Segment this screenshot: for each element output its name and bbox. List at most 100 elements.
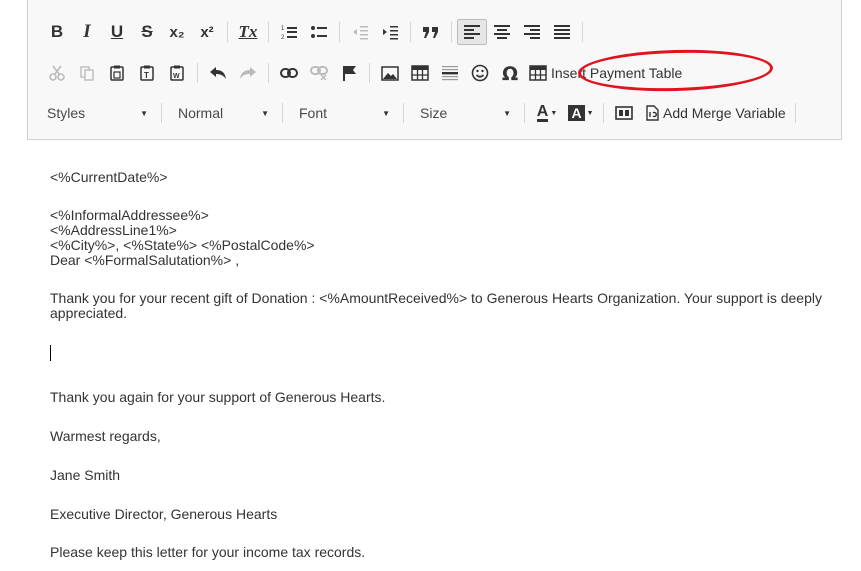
special-character-button[interactable]: Ω bbox=[495, 60, 525, 86]
smiley-icon bbox=[471, 64, 489, 82]
tax-note: Please keep this letter for your income … bbox=[50, 544, 366, 561]
bold-button[interactable]: B bbox=[42, 19, 72, 45]
toolbar-separator bbox=[161, 103, 162, 123]
unlink-icon bbox=[310, 66, 328, 80]
paste-as-text-button[interactable]: T bbox=[132, 60, 162, 86]
body-paragraph: Thank you for your recent gift of Donati… bbox=[50, 290, 822, 321]
toolbar-separator bbox=[268, 22, 269, 42]
show-blocks-button[interactable] bbox=[609, 100, 639, 126]
toolbar-separator bbox=[403, 103, 404, 123]
link-button[interactable] bbox=[274, 60, 304, 86]
paste-text-icon: T bbox=[140, 65, 154, 81]
anchor-button[interactable] bbox=[334, 60, 364, 86]
remove-format-button[interactable]: Tx bbox=[233, 19, 263, 45]
horizontal-line-button[interactable] bbox=[435, 60, 465, 86]
remove-format-icon: Tx bbox=[238, 22, 258, 41]
table-icon bbox=[529, 65, 547, 81]
dropdown-arrow-icon: ▼ bbox=[382, 108, 390, 118]
increase-indent-button[interactable] bbox=[375, 19, 405, 45]
quote-icon bbox=[423, 27, 438, 38]
background-color-icon: A bbox=[568, 105, 585, 121]
toolbar-separator bbox=[524, 103, 525, 123]
editor-toolbar: B I U S x₂ x² Tx 12 T W Ω Insert Payment… bbox=[27, 0, 842, 140]
toolbar-row-insert: T W Ω Insert Payment Table bbox=[42, 58, 686, 88]
blockquote-button[interactable] bbox=[416, 19, 446, 45]
size-dropdown[interactable]: Size ▼ bbox=[409, 99, 519, 127]
cut-button[interactable] bbox=[42, 60, 72, 86]
table-button[interactable] bbox=[405, 60, 435, 86]
image-icon bbox=[381, 65, 399, 81]
signer-name: Jane Smith bbox=[50, 467, 121, 484]
copy-icon bbox=[80, 66, 94, 81]
background-color-button[interactable]: A ▼ bbox=[564, 100, 598, 126]
paste-button[interactable] bbox=[102, 60, 132, 86]
salutation: Dear <%FormalSalutation%> , bbox=[50, 252, 240, 268]
redo-button[interactable] bbox=[233, 60, 263, 86]
subscript-button[interactable]: x₂ bbox=[162, 19, 192, 45]
toolbar-row-format: Styles ▼ Normal ▼ Font ▼ Size ▼ A ▼ A ▼ bbox=[42, 98, 801, 128]
strikethrough-button[interactable]: S bbox=[132, 19, 162, 45]
address-line: <%City%>, <%State%> <%PostalCode%> bbox=[50, 237, 315, 253]
table-icon bbox=[411, 65, 429, 81]
align-right-icon bbox=[524, 25, 540, 39]
align-center-button[interactable] bbox=[487, 19, 517, 45]
paste-from-word-button[interactable]: W bbox=[162, 60, 192, 86]
svg-text:Ω: Ω bbox=[502, 64, 518, 82]
undo-icon bbox=[210, 67, 226, 79]
add-merge-variable-button[interactable]: Add Merge Variable bbox=[641, 100, 790, 126]
omega-icon: Ω bbox=[502, 64, 518, 82]
decrease-indent-button[interactable] bbox=[345, 19, 375, 45]
bulleted-list-icon bbox=[311, 26, 327, 38]
toolbar-separator bbox=[268, 63, 269, 83]
size-dropdown-label: Size bbox=[420, 105, 448, 121]
signer-title: Executive Director, Generous Hearts bbox=[50, 506, 278, 523]
image-button[interactable] bbox=[375, 60, 405, 86]
toolbar-separator bbox=[339, 22, 340, 42]
indent-icon bbox=[383, 26, 398, 40]
svg-text:2: 2 bbox=[281, 35, 285, 40]
dropdown-arrow-icon: ▼ bbox=[140, 108, 148, 118]
toolbar-separator bbox=[582, 22, 583, 42]
numbered-list-icon: 12 bbox=[281, 26, 297, 40]
font-dropdown[interactable]: Font ▼ bbox=[288, 99, 398, 127]
scissors-icon bbox=[49, 65, 65, 81]
format-dropdown[interactable]: Normal ▼ bbox=[167, 99, 277, 127]
date-placeholder: <%CurrentDate%> bbox=[50, 169, 168, 185]
align-right-button[interactable] bbox=[517, 19, 547, 45]
styles-dropdown[interactable]: Styles ▼ bbox=[36, 99, 156, 127]
bold-icon: B bbox=[50, 22, 64, 41]
strikethrough-icon: S bbox=[141, 22, 153, 41]
superscript-icon: x² bbox=[200, 23, 214, 41]
numbered-list-button[interactable]: 12 bbox=[274, 19, 304, 45]
undo-button[interactable] bbox=[203, 60, 233, 86]
redo-icon bbox=[240, 67, 256, 79]
paste-word-icon: W bbox=[170, 65, 184, 81]
format-dropdown-label: Normal bbox=[178, 105, 224, 121]
insert-payment-table-button[interactable]: Insert Payment Table bbox=[525, 60, 686, 86]
toolbar-separator bbox=[369, 63, 370, 83]
align-center-icon bbox=[494, 25, 510, 39]
bulleted-list-button[interactable] bbox=[304, 19, 334, 45]
add-merge-variable-label: Add Merge Variable bbox=[663, 105, 786, 121]
clipboard-icon bbox=[110, 65, 124, 81]
superscript-button[interactable]: x² bbox=[192, 19, 222, 45]
smiley-button[interactable] bbox=[465, 60, 495, 86]
justify-button[interactable] bbox=[547, 19, 577, 45]
svg-text:W: W bbox=[173, 73, 180, 80]
align-left-button[interactable] bbox=[457, 19, 487, 45]
text-color-icon: A bbox=[536, 103, 549, 122]
address-line: <%AddressLine1%> bbox=[50, 222, 177, 238]
font-dropdown-label: Font bbox=[299, 105, 328, 121]
text-color-button[interactable]: A ▼ bbox=[530, 100, 564, 126]
closing: Warmest regards, bbox=[50, 428, 161, 445]
outdent-icon bbox=[353, 26, 368, 40]
italic-button[interactable]: I bbox=[72, 19, 102, 45]
empty-paragraph bbox=[50, 345, 830, 362]
underline-button[interactable]: U bbox=[102, 19, 132, 45]
unlink-button[interactable] bbox=[304, 60, 334, 86]
copy-button[interactable] bbox=[72, 60, 102, 86]
document-body[interactable]: <%CurrentDate%> <%InformalAddressee%> <%… bbox=[50, 170, 830, 560]
svg-text:T: T bbox=[144, 71, 149, 80]
address-line: <%InformalAddressee%> bbox=[50, 207, 209, 223]
insert-payment-table-label: Insert Payment Table bbox=[551, 65, 683, 81]
